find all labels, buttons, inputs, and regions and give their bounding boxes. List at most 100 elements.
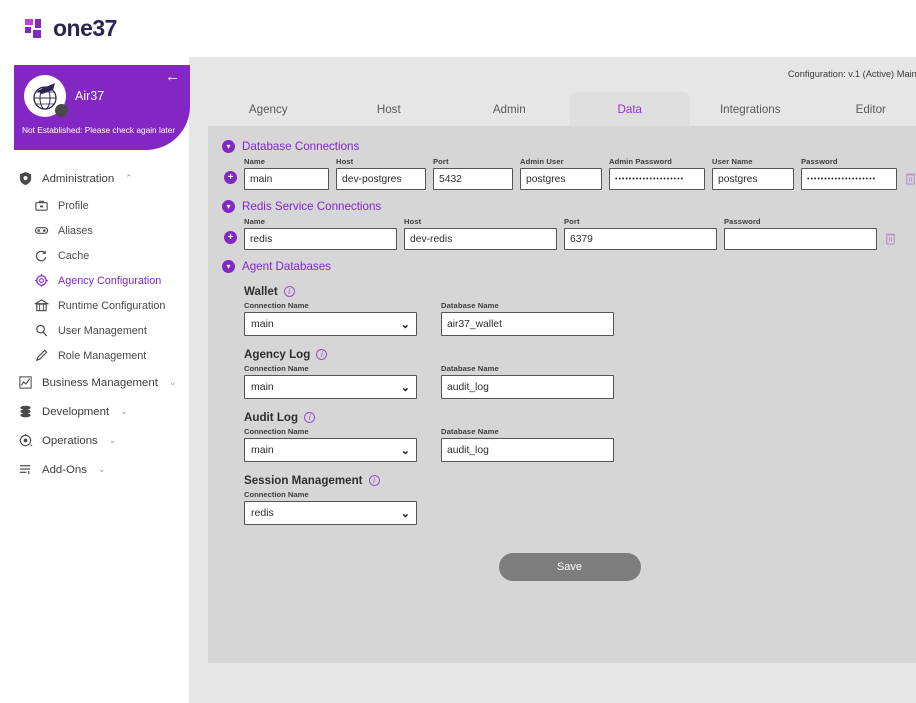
database-connections-header[interactable]: ▾ Database Connections <box>222 140 916 153</box>
sidebar: ← Air37 Not Established: Please check ag… <box>0 57 190 703</box>
section-title: Database Connections <box>242 140 360 153</box>
sidebar-group-administration[interactable]: Administration ⌃ <box>0 164 189 193</box>
save-button[interactable]: Save <box>498 553 641 581</box>
redis-host-label: Host <box>404 217 422 226</box>
wallet-database-input[interactable] <box>441 312 614 336</box>
profile-status: Not Established: Please check again late… <box>22 125 176 135</box>
sidebar-item-user-management[interactable]: User Management <box>0 318 189 343</box>
pencil-icon <box>35 349 48 362</box>
section-title: Redis Service Connections <box>242 200 382 213</box>
trash-icon[interactable] <box>904 171 916 186</box>
wallet-connection-label: Connection Name <box>244 301 309 310</box>
agency-log-database-input[interactable] <box>441 375 614 399</box>
chevron-up-icon: ⌃ <box>125 173 133 183</box>
db-admin-password-input[interactable] <box>609 168 705 190</box>
agency-log-title: Agency Log <box>244 348 311 361</box>
sidebar-item-profile[interactable]: Profile <box>0 193 189 218</box>
db-port-label: Port <box>433 157 449 166</box>
tab-admin[interactable]: Admin <box>449 92 570 126</box>
redis-connections-header[interactable]: ▾ Redis Service Connections <box>222 200 916 213</box>
section-title: Agent Databases <box>242 260 331 273</box>
redis-name-input[interactable] <box>244 228 397 250</box>
db-port-input[interactable] <box>433 168 513 190</box>
redis-port-input[interactable] <box>564 228 717 250</box>
audit-log-connection-label: Connection Name <box>244 427 309 436</box>
tab-data[interactable]: Data <box>569 92 690 126</box>
db-name-field-group: Name <box>244 157 329 190</box>
tab-agency[interactable]: Agency <box>208 92 329 126</box>
db-name-input[interactable] <box>244 168 329 190</box>
wallet-database-group: Database Name <box>441 301 614 336</box>
redis-connections-row: + Name Host Port Password <box>224 217 916 250</box>
chevron-circle-icon[interactable]: ▾ <box>222 260 235 273</box>
tab-editor[interactable]: Editor <box>811 92 916 126</box>
sidebar-group-label: Development <box>42 405 110 418</box>
tab-integrations[interactable]: Integrations <box>690 92 811 126</box>
agency-log-connection-group: Connection Name main ⌄ <box>244 364 417 399</box>
session-management-connection-group: Connection Name redis ⌄ <box>244 490 417 525</box>
tab-host[interactable]: Host <box>329 92 450 126</box>
info-icon[interactable]: i <box>316 349 328 360</box>
redis-password-input[interactable] <box>724 228 877 250</box>
redis-password-label: Password <box>724 217 761 226</box>
redis-name-field-group: Name <box>244 217 397 250</box>
configuration-selector[interactable]: Configuration: v.1 (Active) Main ⌄ <box>190 57 916 80</box>
agent-db-wallet: Wallet i Connection Name main ⌄ Database… <box>244 285 916 336</box>
back-arrow-icon[interactable]: ← <box>165 69 180 84</box>
avatar <box>24 75 68 117</box>
db-host-input[interactable] <box>336 168 426 190</box>
agent-databases-header[interactable]: ▾ Agent Databases <box>222 260 916 273</box>
db-admin-user-input[interactable] <box>520 168 602 190</box>
one37-logo-icon <box>24 18 46 40</box>
db-name-label: Name <box>244 157 266 166</box>
sidebar-item-label: Agency Configuration <box>58 274 162 287</box>
save-button-row: Save <box>222 553 916 581</box>
redis-port-label: Port <box>564 217 580 226</box>
sidebar-group-business-management[interactable]: Business Management ⌄ <box>0 368 189 397</box>
agency-log-connection-select[interactable]: main ⌄ <box>244 375 417 399</box>
info-icon[interactable]: i <box>368 475 380 486</box>
sidebar-group-development[interactable]: Development ⌄ <box>0 397 189 426</box>
chevron-circle-icon[interactable]: ▾ <box>222 200 235 213</box>
audit-log-title: Audit Log <box>244 411 299 424</box>
sidebar-item-label: Runtime Configuration <box>58 299 166 312</box>
agency-log-database-label: Database Name <box>441 364 499 373</box>
session-management-connection-value: redis <box>251 507 274 519</box>
redis-password-field-group: Password <box>724 217 877 250</box>
agency-log-title-row: Agency Log i <box>244 348 916 361</box>
audit-log-database-input[interactable] <box>441 438 614 462</box>
wallet-connection-select[interactable]: main ⌄ <box>244 312 417 336</box>
redis-host-input[interactable] <box>404 228 557 250</box>
sidebar-item-agency-configuration[interactable]: Agency Configuration <box>0 268 189 293</box>
shield-icon <box>19 171 32 186</box>
audit-log-connection-select[interactable]: main ⌄ <box>244 438 417 462</box>
sidebar-group-operations[interactable]: Operations ⌄ <box>0 426 189 455</box>
sidebar-group-add-ons[interactable]: Add-Ons ⌄ <box>0 455 189 484</box>
sidebar-nav: Administration ⌃ Profile Aliases Cache A… <box>0 150 189 484</box>
sidebar-group-label: Administration <box>42 172 115 185</box>
bank-icon <box>34 299 49 312</box>
db-user-name-input[interactable] <box>712 168 794 190</box>
sidebar-item-runtime-configuration[interactable]: Runtime Configuration <box>0 293 189 318</box>
sidebar-item-label: Aliases <box>58 224 93 237</box>
sidebar-group-label: Operations <box>42 434 98 447</box>
magnifier-icon <box>36 324 48 337</box>
db-password-field-group: Password <box>801 157 897 190</box>
db-admin-user-label: Admin User <box>520 157 564 166</box>
sidebar-item-aliases[interactable]: Aliases <box>0 218 189 243</box>
chevron-circle-icon[interactable]: ▾ <box>222 140 235 153</box>
info-icon[interactable]: i <box>283 286 295 297</box>
chevron-down-icon: ⌄ <box>400 444 410 457</box>
brand-logo[interactable]: one37 <box>24 15 117 42</box>
sidebar-item-role-management[interactable]: Role Management <box>0 343 189 368</box>
sidebar-group-label: Add-Ons <box>42 463 87 476</box>
add-circle-icon[interactable]: + <box>224 231 237 244</box>
add-circle-icon[interactable]: + <box>224 171 237 184</box>
sidebar-item-cache[interactable]: Cache <box>0 243 189 268</box>
info-icon[interactable]: i <box>304 412 316 423</box>
sidebar-item-label: Role Management <box>58 349 147 362</box>
db-password-input[interactable] <box>801 168 897 190</box>
session-management-connection-select[interactable]: redis ⌄ <box>244 501 417 525</box>
trash-icon[interactable] <box>884 231 897 246</box>
status-dot <box>55 104 68 117</box>
